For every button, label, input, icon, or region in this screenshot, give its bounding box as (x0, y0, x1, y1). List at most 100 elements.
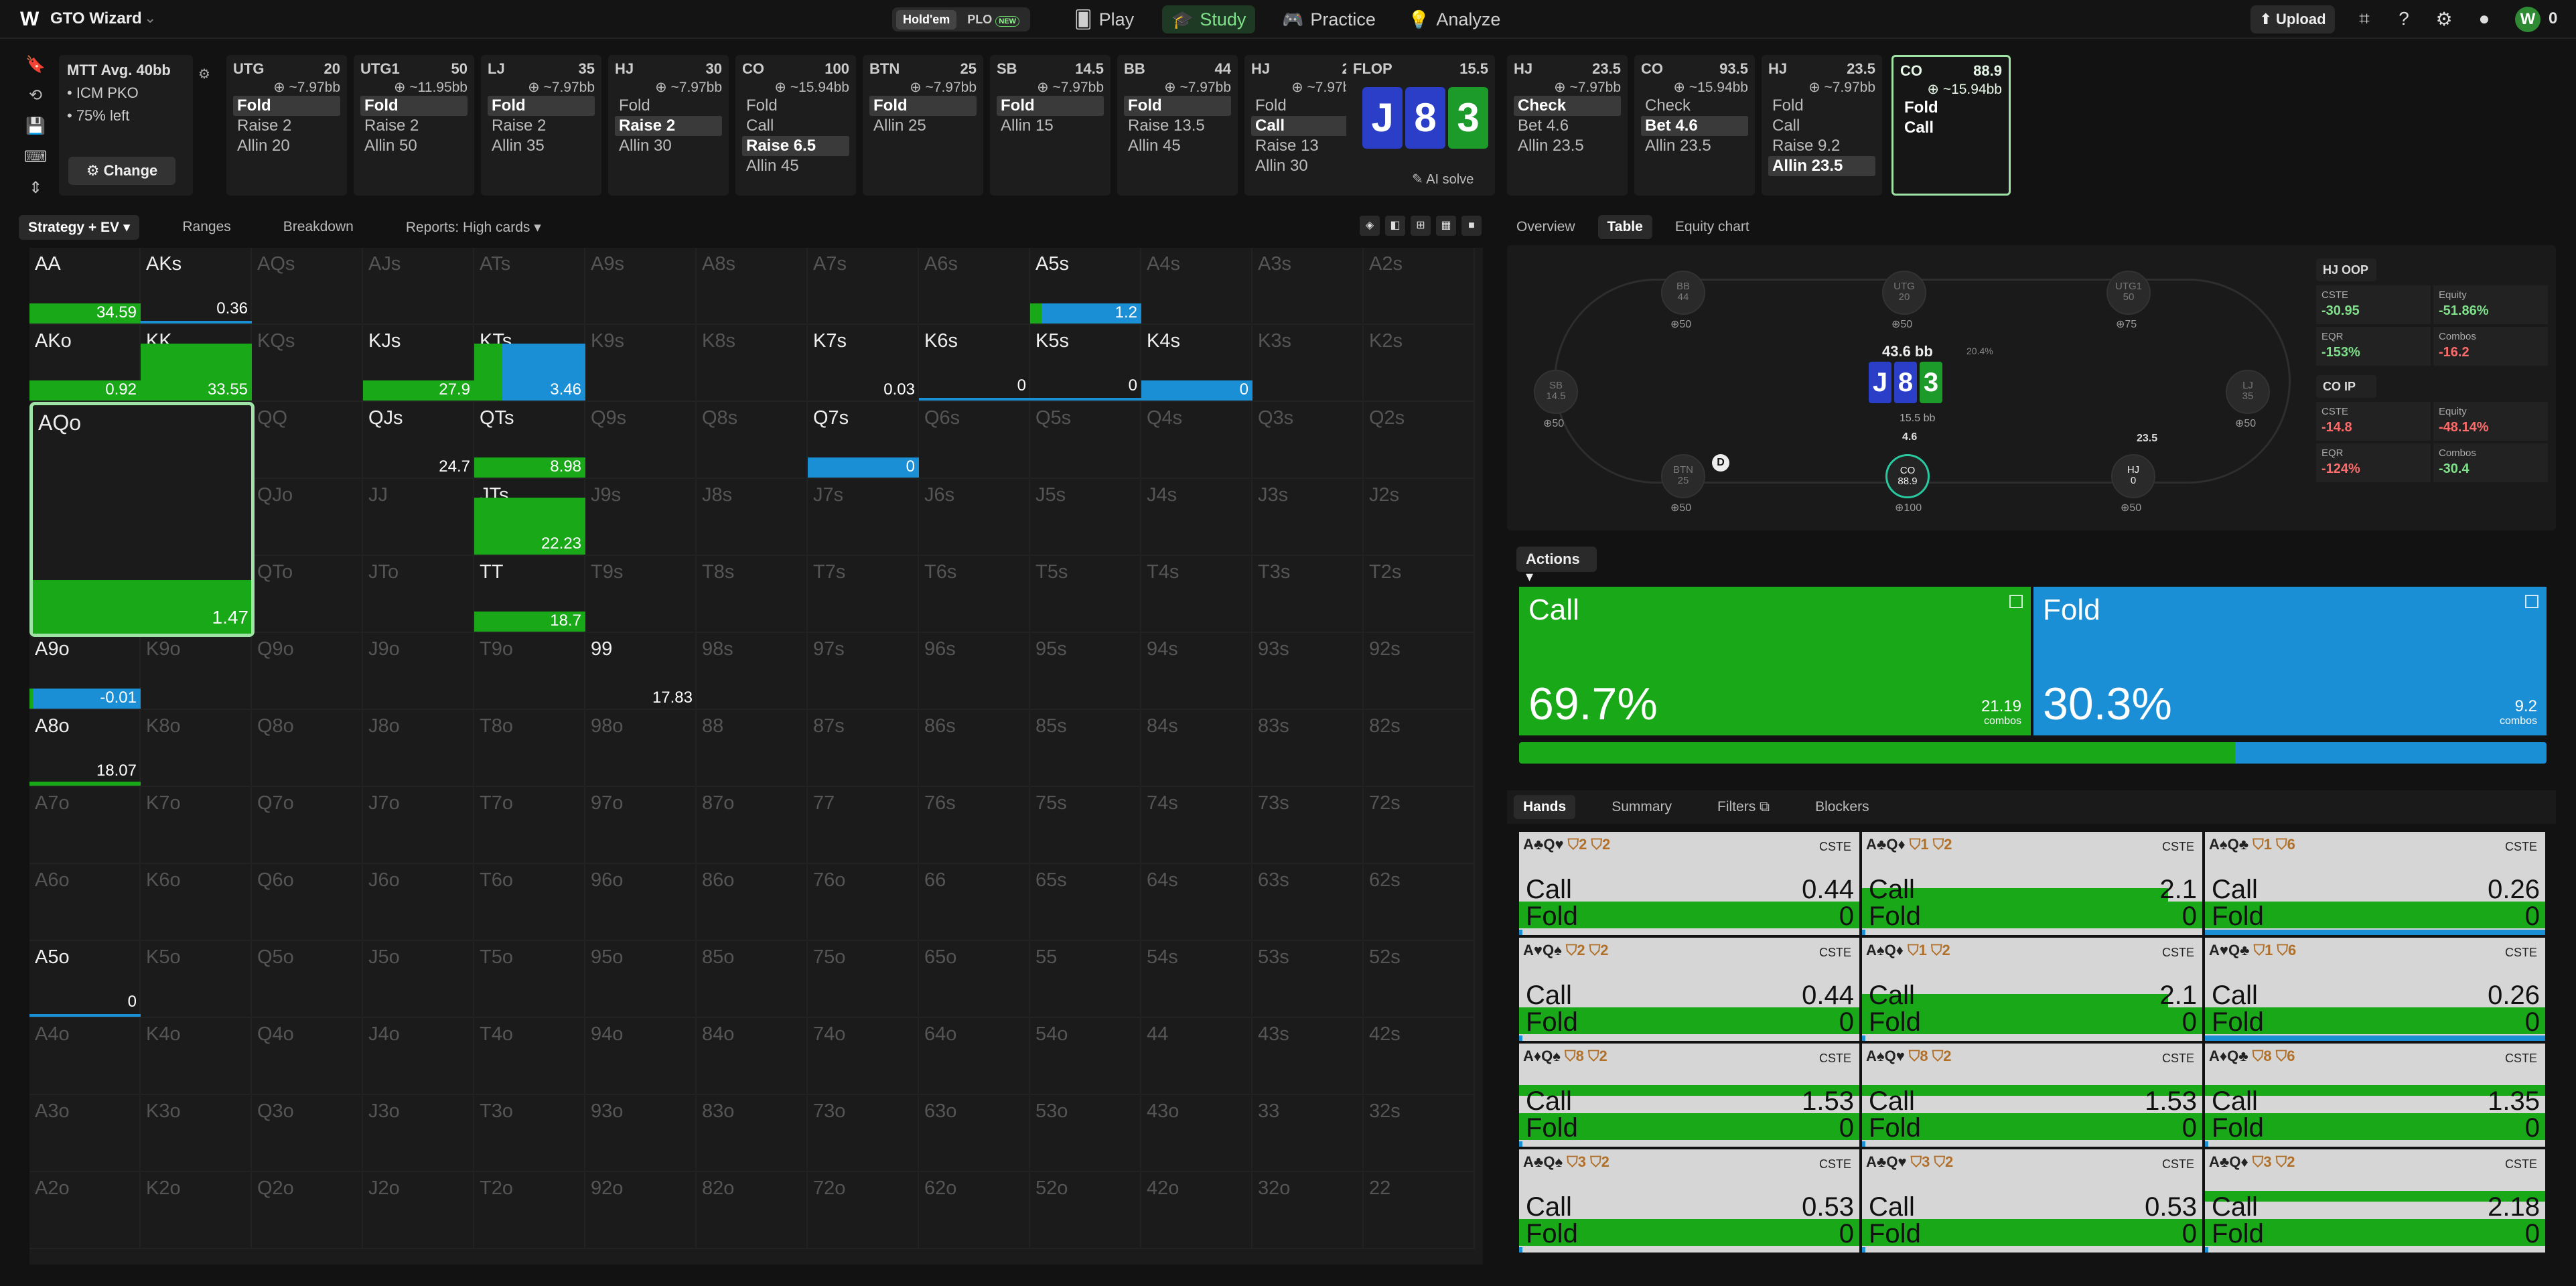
hand-cell[interactable]: AKs 0.36 (141, 248, 252, 325)
cube-view-icon[interactable]: ◈ (1360, 216, 1380, 236)
user-icon[interactable]: ● (2473, 8, 2496, 31)
hand-cell[interactable]: K4o (141, 1018, 252, 1095)
tab-table[interactable]: Table (1597, 215, 1652, 239)
action-option[interactable]: Fold (615, 96, 722, 116)
hand-cell[interactable]: J3o (363, 1095, 474, 1172)
hand-cell[interactable]: 62o (919, 1172, 1030, 1249)
hand-cell[interactable]: JTs 22.23 (474, 479, 585, 556)
chevron-down-icon[interactable]: ⌄ (144, 9, 156, 27)
hand-cell[interactable]: K5s 0 (1030, 325, 1141, 402)
hand-cell[interactable]: 32s (1364, 1095, 1475, 1172)
hand-cell[interactable]: K6o (141, 864, 252, 941)
hand-cell[interactable]: 54o (1030, 1018, 1141, 1095)
hand-combo-card[interactable]: A♠Q♥ ⛉8 ⛉2 CSTE Call 1.53 Fold 0 (1862, 1044, 2202, 1147)
change-button[interactable]: ⚙ Change (68, 157, 175, 185)
action-option[interactable]: Allin 15 (997, 116, 1104, 136)
hand-cell[interactable]: Q3o (252, 1095, 363, 1172)
hand-cell[interactable]: J8o (363, 710, 474, 787)
hand-cell[interactable]: T9s (585, 556, 697, 633)
call-action-box[interactable]: Call 69.7% 21.19 combos (1519, 587, 2031, 735)
action-option[interactable]: Bet 4.6 (1641, 116, 1748, 136)
hand-cell[interactable]: 86o (697, 864, 808, 941)
hand-cell[interactable]: 95s (1030, 633, 1141, 710)
position-co-10[interactable]: CO 93.5 ⊕ ~15.94bb Check Bet 4.6 Allin 23.5 (1634, 55, 1755, 196)
seat-lj[interactable]: LJ 35 (2226, 370, 2270, 414)
selected-hand-cell[interactable]: AQo 1.47 (29, 402, 255, 637)
seat-utg1[interactable]: UTG1 50 (2106, 271, 2151, 315)
tab-summary[interactable]: Summary (1602, 795, 1681, 819)
hand-cell[interactable]: 72o (808, 1172, 919, 1249)
tab-equity-chart[interactable]: Equity chart (1666, 215, 1759, 239)
action-option[interactable]: Raise 2 (488, 116, 595, 136)
action-option[interactable]: Fold (360, 96, 468, 116)
hand-cell[interactable]: 97o (585, 787, 697, 864)
hand-cell[interactable]: T2s (1364, 556, 1475, 633)
hand-cell[interactable]: A8o 18.07 (29, 710, 141, 787)
hand-cell[interactable]: K2o (141, 1172, 252, 1249)
seat-co[interactable]: CO 88.9 (1885, 454, 1930, 498)
save-icon[interactable]: 💾 (19, 117, 52, 147)
hand-cell[interactable]: 95o (585, 941, 697, 1018)
hand-cell[interactable]: 74o (808, 1018, 919, 1095)
tab-blockers[interactable]: Blockers (1806, 795, 1879, 819)
hand-cell[interactable]: K9o (141, 633, 252, 710)
hand-cell[interactable]: K7o (141, 787, 252, 864)
action-option[interactable]: Allin 20 (233, 136, 340, 156)
hand-combo-card[interactable]: A♣Q♥ ⛉3 ⛉2 CSTE Call 0.53 Fold 0 (1862, 1149, 2202, 1253)
hand-cell[interactable]: 44 (1141, 1018, 1253, 1095)
actions-dropdown[interactable]: Actions ▾ (1516, 547, 1597, 585)
hand-cell[interactable]: A3s (1253, 248, 1364, 325)
action-option[interactable]: Allin 45 (1124, 136, 1231, 156)
hand-cell[interactable]: T8o (474, 710, 585, 787)
hand-combo-card[interactable]: A♣Q♦ ⛉3 ⛉2 CSTE Call 2.18 Fold 0 (2205, 1149, 2545, 1253)
hand-cell[interactable]: 84o (697, 1018, 808, 1095)
grid-view-icon[interactable]: ▦ (1436, 216, 1456, 236)
hand-cell[interactable]: 84s (1141, 710, 1253, 787)
action-option[interactable]: Fold (997, 96, 1104, 116)
hand-cell[interactable]: 53o (1030, 1095, 1141, 1172)
hand-cell[interactable]: Q4o (252, 1018, 363, 1095)
tab-hands[interactable]: Hands (1514, 795, 1576, 819)
position-utg1-1[interactable]: UTG1 50 ⊕ ~11.95bb Fold Raise 2 Allin 50 (354, 55, 474, 196)
hand-cell[interactable]: K7s 0.03 (808, 325, 919, 402)
hand-cell[interactable]: JJ (363, 479, 474, 556)
position-hj-3[interactable]: HJ 30 ⊕ ~7.97bb Fold Raise 2 Allin 30 (608, 55, 729, 196)
position-hj-11[interactable]: HJ 23.5 ⊕ ~7.97bb Fold Call Raise 9.2 Allin 23… (1762, 55, 1882, 196)
hand-cell[interactable]: A7o (29, 787, 141, 864)
hand-cell[interactable]: Q2o (252, 1172, 363, 1249)
hand-cell[interactable]: QJo (252, 479, 363, 556)
hand-cell[interactable]: 92o (585, 1172, 697, 1249)
hand-cell[interactable]: J6s (919, 479, 1030, 556)
hand-cell[interactable]: 52o (1030, 1172, 1141, 1249)
action-option[interactable]: Raise 13 (1251, 136, 1358, 156)
hand-cell[interactable]: Q7s 0 (808, 402, 919, 479)
nav-practice[interactable]: 🎮 Practice (1273, 5, 1385, 33)
position-sb-6[interactable]: SB 14.5 ⊕ ~7.97bb Fold Allin 15 (990, 55, 1111, 196)
seat-btn[interactable]: BTN 25 (1661, 454, 1705, 498)
hand-cell[interactable]: 33 (1253, 1095, 1364, 1172)
nav-analyze[interactable]: 💡 Analyze (1399, 5, 1510, 33)
hand-cell[interactable]: 83o (697, 1095, 808, 1172)
action-option[interactable]: Call (1768, 116, 1875, 136)
action-option[interactable]: Bet 4.6 (1514, 116, 1621, 136)
hand-cell[interactable]: Q3s (1253, 402, 1364, 479)
tab-ranges[interactable]: Ranges (173, 215, 240, 239)
hand-cell[interactable]: 65o (919, 941, 1030, 1018)
action-option[interactable]: Raise 9.2 (1768, 136, 1875, 156)
hand-cell[interactable]: 83s (1253, 710, 1364, 787)
hand-cell[interactable]: T4o (474, 1018, 585, 1095)
hand-cell[interactable]: A6s (919, 248, 1030, 325)
hand-cell[interactable]: KTs 3.46 (474, 325, 585, 402)
hand-cell[interactable]: QJs 24.7 (363, 402, 474, 479)
hand-cell[interactable]: 75o (808, 941, 919, 1018)
hand-cell[interactable]: Q6o (252, 864, 363, 941)
history-icon[interactable]: ⟲ (19, 86, 52, 117)
hand-cell[interactable]: A6o (29, 864, 141, 941)
expand-icon[interactable] (2525, 595, 2538, 608)
hand-cell[interactable]: 63s (1253, 864, 1364, 941)
hand-cell[interactable]: J2o (363, 1172, 474, 1249)
hand-cell[interactable]: 22 (1364, 1172, 1475, 1249)
hand-cell[interactable]: J4s (1141, 479, 1253, 556)
compact-view-icon[interactable]: ⊞ (1411, 216, 1431, 236)
hand-cell[interactable]: 42s (1364, 1018, 1475, 1095)
